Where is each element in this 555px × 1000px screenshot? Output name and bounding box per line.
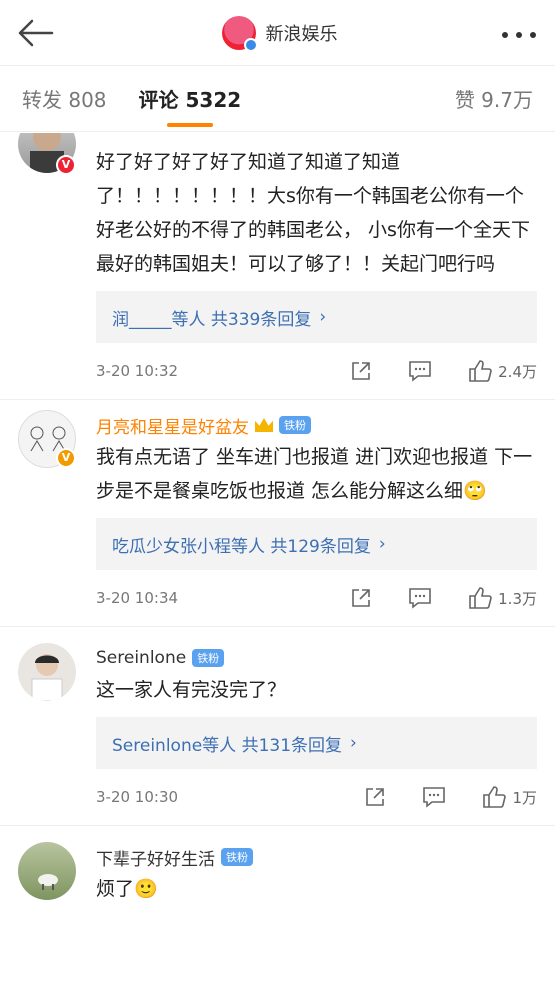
tab-bar: 转发 808 评论 5322 赞 9.7万 (0, 66, 555, 132)
comment-text: 这一家人有完没完了？ (96, 679, 287, 701)
comment-time: 3-20 10:30 (96, 788, 179, 806)
share-icon[interactable] (350, 360, 372, 382)
more-dots-icon (502, 32, 536, 38)
comment-list[interactable]: V 好了好了好了好了知道了知道了知道了！！！！！！！！大s你有一个韩国老公你有一… (0, 133, 555, 1000)
chevron-right-icon: › (350, 733, 357, 753)
like-count: 1.3万 (498, 589, 537, 608)
comment-author[interactable]: Sereinlone (96, 648, 186, 668)
share-icon[interactable] (364, 786, 386, 808)
avatar[interactable] (18, 643, 76, 701)
like-count: 1万 (512, 788, 537, 807)
verified-icon (243, 37, 258, 52)
account-title[interactable]: 新浪娱乐 (221, 15, 338, 52)
fan-tag: 铁粉 (192, 649, 225, 667)
replies-summary: 润_____等人 共339条回复 (112, 309, 312, 330)
top-bar: 新浪娱乐 (0, 0, 555, 66)
comment-time: 3-20 10:32 (96, 362, 179, 380)
replies-link[interactable]: 润_____等人 共339条回复 › (96, 291, 537, 343)
page-title: 新浪娱乐 (265, 23, 338, 45)
thumbs-up-icon (483, 786, 507, 808)
verified-badge-icon: V (56, 155, 76, 175)
like-button[interactable]: 1.3万 (468, 587, 537, 609)
comment-author[interactable]: 下辈子好好生活 (96, 845, 215, 870)
replies-summary: 吃瓜少女张小程等人 共129条回复 (112, 536, 371, 557)
thumbs-up-icon (469, 360, 492, 382)
avatar[interactable] (18, 842, 76, 900)
comment-item: 下辈子好好生活 铁粉 烦了🙂 (0, 826, 555, 906)
chevron-right-icon: › (378, 534, 386, 554)
tab-reposts[interactable]: 转发 808 (22, 84, 107, 113)
thumbs-up-icon (469, 587, 492, 609)
comment-item: V 月亮和星星是好盆友 铁粉 我有点无语了 坐车进门也报道 进门欢迎也报道 下一… (0, 400, 555, 626)
comment-item: V 好了好了好了好了知道了知道了知道了！！！！！！！！大s你有一个韩国老公你有一… (0, 133, 555, 399)
comment-author[interactable]: 月亮和星星是好盆友 (96, 413, 249, 438)
tab-comments[interactable]: 评论 5322 (139, 84, 241, 127)
fan-tag: 铁粉 (221, 848, 253, 866)
back-arrow-icon (18, 19, 54, 46)
account-logo (221, 15, 258, 52)
comment-text: 烦了🙂 (96, 878, 158, 900)
share-icon[interactable] (350, 587, 372, 609)
replies-link[interactable]: 吃瓜少女张小程等人 共129条回复 › (96, 518, 537, 570)
more-button[interactable] (501, 20, 537, 45)
comment-time: 3-20 10:34 (96, 589, 179, 607)
fan-tag: 铁粉 (279, 416, 311, 434)
comment-icon[interactable] (408, 587, 432, 609)
replies-summary: Sereinlone等人 共131条回复 (112, 735, 343, 756)
like-count: 2.4万 (498, 362, 537, 381)
comment-icon[interactable] (422, 786, 446, 808)
like-button[interactable]: 1万 (482, 786, 537, 808)
comment-author-row: 月亮和星星是好盆友 铁粉 (96, 410, 537, 440)
vip-badge-icon: V (56, 448, 76, 468)
comment-meta: 3-20 10:34 1.3万 (96, 570, 537, 626)
comment-icon[interactable] (408, 360, 432, 382)
comment-text: 好了好了好了好了知道了知道了知道了！！！！！！！！大s你有一个韩国老公你有一个好… (96, 151, 530, 275)
crown-icon (255, 418, 273, 432)
comment-text: 我有点无语了 坐车进门也报道 进门欢迎也报道 下一步是不是餐桌吃饭也报道 怎么能… (96, 446, 533, 502)
comment-item: Sereinlone 铁粉 这一家人有完没完了？ Sereinlone等人 共1… (0, 627, 555, 825)
replies-link[interactable]: Sereinlone等人 共131条回复 › (96, 717, 537, 769)
comment-author-row: 下辈子好好生活 铁粉 (96, 842, 537, 872)
like-button[interactable]: 2.4万 (468, 360, 537, 382)
comment-meta: 3-20 10:30 1万 (96, 769, 537, 825)
back-button[interactable] (18, 13, 58, 53)
comment-meta: 3-20 10:32 2.4万 (96, 343, 537, 399)
comment-author-row: Sereinlone 铁粉 (96, 643, 537, 673)
tab-likes[interactable]: 赞 9.7万 (455, 84, 533, 113)
chevron-right-icon: › (319, 307, 327, 327)
